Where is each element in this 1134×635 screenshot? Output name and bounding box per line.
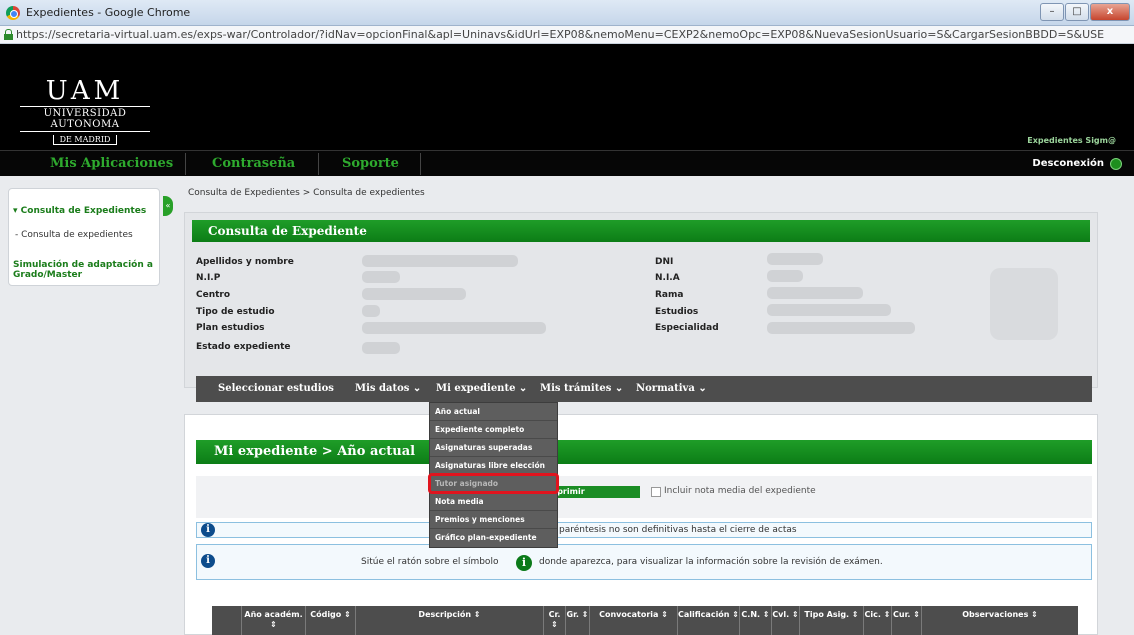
- year-toolbar: [196, 476, 1092, 518]
- field-label-rama: Rama: [655, 290, 684, 300]
- menu-mis-tramites[interactable]: Mis trámites ⌄: [540, 383, 623, 394]
- redacted-value: [362, 342, 400, 354]
- col-descripcion[interactable]: Descripción ⇕: [356, 606, 544, 635]
- col-observaciones[interactable]: Observaciones ⇕: [922, 606, 1078, 635]
- dropdown-item-nota-media[interactable]: Nota media: [430, 493, 557, 511]
- redacted-value: [362, 271, 400, 283]
- student-photo: [990, 268, 1058, 340]
- revision-info-icon: i: [516, 555, 532, 571]
- field-label-plan: Plan estudios: [196, 323, 265, 333]
- field-label-nip: N.I.P: [196, 273, 221, 283]
- window-title: Expedientes - Google Chrome: [26, 6, 191, 19]
- top-navigation: Mis Aplicaciones Contraseña Soporte Desc…: [0, 150, 1134, 176]
- dropdown-item-ano-actual[interactable]: Año actual: [430, 403, 557, 421]
- lock-icon: [4, 29, 13, 40]
- dropdown-item-premios[interactable]: Premios y menciones: [430, 511, 557, 529]
- field-label-apellidos: Apellidos y nombre: [196, 257, 294, 267]
- col-tipo-asig[interactable]: Tipo Asig. ⇕: [800, 606, 864, 635]
- redacted-value: [767, 287, 863, 299]
- uam-logo[interactable]: UAM UNIVERSIDAD AUTONOMA DE MADRID: [20, 78, 150, 145]
- nav-contrasena[interactable]: Contraseña: [212, 156, 295, 171]
- nav-separator: [420, 153, 421, 175]
- expediente-title: Consulta de Expediente: [192, 220, 1090, 242]
- field-label-tipo: Tipo de estudio: [196, 307, 275, 317]
- maximize-button[interactable]: □: [1065, 3, 1089, 21]
- logo-line1: UNIVERSIDAD AUTONOMA: [20, 106, 150, 132]
- notice-revision-text-start: Sitúe el ratón sobre el símbolo: [361, 557, 499, 567]
- col-convocatoria[interactable]: Convocatoria ⇕: [590, 606, 678, 635]
- col-cn[interactable]: C.N. ⇕: [740, 606, 772, 635]
- col-gr[interactable]: Gr. ⇕: [566, 606, 590, 635]
- notice-provisional-text: paréntesis no son definitivas hasta el c…: [559, 525, 797, 535]
- breadcrumb: Consulta de Expedientes > Consulta de ex…: [188, 188, 425, 198]
- app-name: Expedientes Sigm@: [1027, 136, 1116, 145]
- field-label-centro: Centro: [196, 290, 231, 300]
- minimize-button[interactable]: –: [1040, 3, 1064, 21]
- col-cic[interactable]: Cic. ⇕: [864, 606, 892, 635]
- logout-link[interactable]: Desconexión: [1032, 158, 1104, 169]
- field-label-nia: N.I.A: [655, 273, 680, 283]
- info-icon: i: [201, 554, 215, 568]
- highlight-box: [428, 473, 559, 494]
- col-ano-academico[interactable]: Año académ. ⇕: [242, 606, 306, 635]
- nav-mis-aplicaciones[interactable]: Mis Aplicaciones: [50, 156, 173, 171]
- menu-mis-datos[interactable]: Mis datos ⌄: [355, 383, 421, 394]
- sidebar-heading[interactable]: ▾ Consulta de Expedientes: [13, 206, 146, 216]
- nota-media-checkbox[interactable]: [651, 487, 661, 497]
- sidebar-item-consulta[interactable]: - Consulta de expedientes: [15, 230, 133, 240]
- col-calificacion[interactable]: Calificación ⇕: [678, 606, 740, 635]
- dropdown-item-expediente-completo[interactable]: Expediente completo: [430, 421, 557, 439]
- menu-mi-expediente[interactable]: Mi expediente ⌄: [436, 383, 527, 394]
- info-icon: i: [201, 523, 215, 537]
- menu-seleccionar-estudios[interactable]: Seleccionar estudios: [218, 383, 334, 394]
- nota-media-label: Incluir nota media del expediente: [664, 486, 816, 496]
- redacted-value: [362, 322, 546, 334]
- logo-main: UAM: [45, 76, 125, 106]
- redacted-value: [767, 304, 891, 316]
- field-label-estado: Estado expediente: [196, 342, 291, 352]
- redacted-value: [362, 255, 518, 267]
- field-label-dni: DNI: [655, 257, 674, 267]
- courses-table-header: Año académ. ⇕ Código ⇕ Descripción ⇕ Cr.…: [212, 606, 1078, 635]
- redacted-value: [362, 305, 380, 317]
- nav-separator: [318, 153, 319, 175]
- notice-provisional: i paréntesis no son definitivas hasta el…: [196, 522, 1092, 538]
- sidebar: ▾ Consulta de Expedientes - Consulta de …: [8, 188, 160, 286]
- nav-soporte[interactable]: Soporte: [342, 156, 399, 171]
- dropdown-item-asignaturas-superadas[interactable]: Asignaturas superadas: [430, 439, 557, 457]
- col-cur[interactable]: Cur. ⇕: [892, 606, 922, 635]
- col-cvl[interactable]: Cvl. ⇕: [772, 606, 800, 635]
- year-panel-title: Mi expediente > Año actual: [196, 440, 1092, 464]
- address-bar[interactable]: https://secretaria-virtual.uam.es/exps-w…: [0, 26, 1134, 44]
- chrome-icon: [6, 6, 20, 20]
- redacted-value: [767, 270, 803, 282]
- menu-normativa[interactable]: Normativa ⌄: [636, 383, 707, 394]
- nav-separator: [185, 153, 186, 175]
- close-button[interactable]: x: [1090, 3, 1130, 21]
- field-label-estudios: Estudios: [655, 307, 699, 317]
- redacted-value: [767, 322, 915, 334]
- col-empty: [212, 606, 242, 635]
- power-icon[interactable]: [1110, 158, 1122, 170]
- window-controls: – □ x: [1040, 3, 1130, 21]
- expediente-menubar: Seleccionar estudios Mis datos ⌄ Mi expe…: [196, 376, 1092, 402]
- sidebar-item-simulacion[interactable]: Simulación de adaptación a Grado/Master: [13, 260, 159, 280]
- redacted-value: [767, 253, 823, 265]
- col-codigo[interactable]: Código ⇕: [306, 606, 356, 635]
- notice-revision: i Sitúe el ratón sobre el símbolo i dond…: [196, 544, 1092, 580]
- redacted-value: [362, 288, 466, 300]
- notice-revision-text-end: donde aparezca, para visualizar la infor…: [539, 557, 883, 567]
- logo-line2: DE MADRID: [52, 135, 118, 145]
- dropdown-item-grafico[interactable]: Gráfico plan-expediente: [430, 529, 557, 547]
- col-cr[interactable]: Cr. ⇕: [544, 606, 566, 635]
- field-label-especialidad: Especialidad: [655, 323, 719, 333]
- site-header: UAM UNIVERSIDAD AUTONOMA DE MADRID Exped…: [0, 44, 1134, 150]
- url-text[interactable]: https://secretaria-virtual.uam.es/exps-w…: [16, 28, 1104, 41]
- browser-titlebar: Expedientes - Google Chrome – □ x: [0, 0, 1134, 26]
